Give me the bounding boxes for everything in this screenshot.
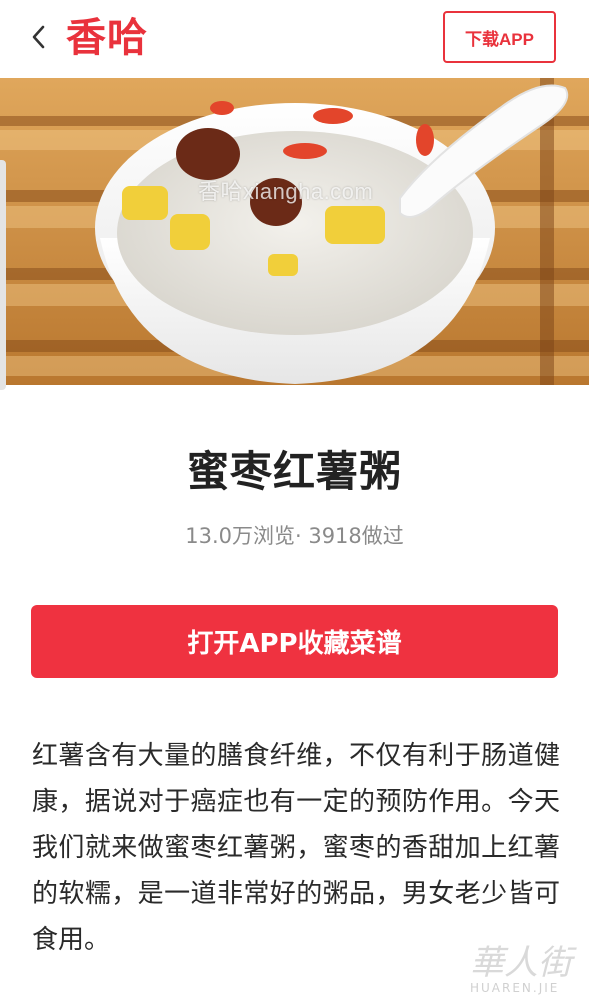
hero-watermark: 香哈xiangha.com (198, 179, 374, 204)
porridge-bowl-image (0, 78, 589, 385)
corner-watermark-logo: 華人街 HUAREN.JIE (470, 945, 580, 997)
top-header: 香哈 下载APP (0, 0, 589, 78)
download-app-button[interactable]: 下载APP (443, 11, 556, 63)
brand-logo[interactable]: 香哈 (66, 12, 148, 64)
recipe-title: 蜜枣红薯粥 (186, 447, 402, 496)
recipe-photo: 香哈xiangha.com (0, 78, 589, 385)
recipe-stats: 13.0万浏览· 3918做过 (185, 524, 404, 548)
side-drawer-handle[interactable] (0, 160, 6, 390)
recipe-page: 香哈 下载APP 香哈xiangha.com 蜜枣红薯粥 13.0万浏览· 39… (0, 0, 589, 1000)
recipe-description: 红薯含有大量的膳食纤维，不仅有利于肠道健康，据说对于癌症也有一定的预防作用。今天… (32, 741, 560, 955)
back-button[interactable] (24, 22, 54, 56)
chevron-left-icon (31, 24, 47, 54)
corner-watermark-sub: HUAREN.JIE (470, 981, 560, 995)
corner-watermark-script: 華人街 (470, 943, 572, 983)
open-app-save-recipe-button[interactable]: 打开APP收藏菜谱 (31, 605, 558, 678)
